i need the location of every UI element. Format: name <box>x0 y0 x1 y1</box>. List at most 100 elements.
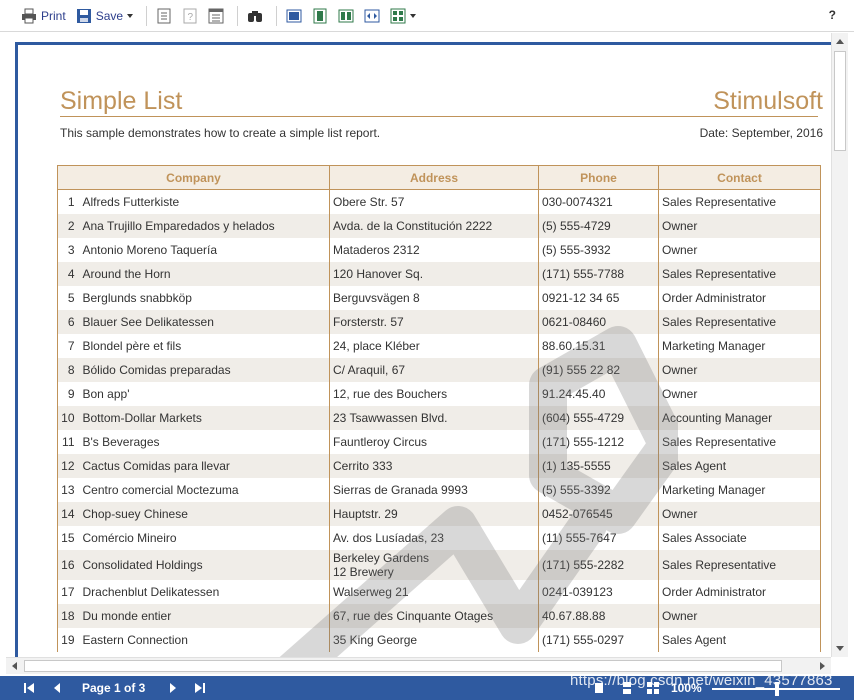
vertical-scroll-thumb[interactable] <box>834 51 846 151</box>
cell-phone: 40.67.88.88 <box>538 603 659 628</box>
cell-company: Blauer See Delikatessen <box>79 309 330 334</box>
bookmarks-button[interactable] <box>153 4 175 28</box>
cell-address: 23 Tsawwassen Blvd. <box>329 405 539 430</box>
row-number: 4 <box>57 261 80 286</box>
toolbar-divider <box>237 5 239 26</box>
table-row: 11 B's Beverages Fauntleroy Circus (171) 55… <box>57 429 821 454</box>
row-number: 15 <box>57 525 80 550</box>
cell-contact: Sales Representative <box>658 549 821 580</box>
cell-contact: Owner <box>658 213 821 238</box>
previous-page-icon <box>54 683 60 693</box>
cell-phone: (171) 555-7788 <box>538 261 659 286</box>
table-row: 15 Comércio Mineiro Av. dos Lusíadas, 23 (1… <box>57 525 821 550</box>
table-row: 5 Berglunds snabbköp Berguvsvägen 8 0921-12… <box>57 285 821 310</box>
cell-address: Berkeley Gardens 12 Brewery <box>329 549 539 580</box>
column-header-contact: Contact <box>658 165 821 190</box>
row-number: 19 <box>57 627 80 652</box>
document-list-icon <box>157 8 171 23</box>
cell-contact: Sales Representative <box>658 189 821 214</box>
table-row: 6 Blauer See Delikatessen Forsterstr. 57 06… <box>57 309 821 334</box>
row-number: 2 <box>57 213 80 238</box>
toolbar: Print Save ? ? <box>0 0 854 32</box>
cell-contact: Owner <box>658 381 821 406</box>
cell-phone: (5) 555-4729 <box>538 213 659 238</box>
report-subtitle: This sample demonstrates how to create a… <box>60 126 381 140</box>
cell-phone: 030-0074321 <box>538 189 659 214</box>
row-number: 11 <box>57 429 80 454</box>
row-number: 13 <box>57 477 80 502</box>
print-button[interactable]: Print <box>18 4 69 28</box>
last-page-button[interactable] <box>193 676 207 700</box>
cell-contact: Order Administrator <box>658 579 821 604</box>
next-page-button[interactable] <box>166 676 180 700</box>
scroll-up-icon[interactable] <box>832 34 848 50</box>
table-row: 9 Bon app' 12, rue des Bouchers 91.24.45.40… <box>57 381 821 406</box>
previous-page-button[interactable] <box>50 676 64 700</box>
multiple-pages-button[interactable] <box>335 4 357 28</box>
column-header-company: Company <box>57 165 330 190</box>
table-row: 3 Antonio Moreno Taquería Mataderos 2312 (5… <box>57 237 821 262</box>
first-page-button[interactable] <box>22 676 36 700</box>
floppy-disk-icon <box>76 8 91 23</box>
save-label: Save <box>95 8 124 23</box>
cell-address: 12, rue des Bouchers <box>329 381 539 406</box>
table-row: 12 Cactus Comidas para llevar Cerrito 333(… <box>57 453 821 478</box>
scroll-down-icon[interactable] <box>832 640 848 656</box>
table-row: 18 Du monde entier 67, rue des Cinquante O… <box>57 603 821 628</box>
last-page-icon <box>195 683 205 693</box>
cell-phone: (171) 555-0297 <box>538 627 659 652</box>
printer-icon <box>22 8 36 23</box>
next-page-icon <box>170 683 176 693</box>
vertical-scrollbar[interactable] <box>831 33 848 657</box>
report-page: Simple List Stimulsoft This sample demon… <box>15 42 835 657</box>
row-number: 18 <box>57 603 80 628</box>
cell-company: Chop-suey Chinese <box>79 501 330 526</box>
cell-company: Cactus Comidas para llevar <box>79 453 330 478</box>
cell-address: 24, place Kléber <box>329 333 539 358</box>
cell-contact: Sales Agent <box>658 627 821 652</box>
print-label: Print <box>41 8 66 23</box>
cell-company: B's Beverages <box>79 429 330 454</box>
cell-address: C/ Araquil, 67 <box>329 357 539 382</box>
thumbnails-button[interactable] <box>205 4 227 28</box>
row-number: 17 <box>57 579 80 604</box>
report-brand: Stimulsoft <box>713 87 823 115</box>
chevron-down-icon <box>410 13 417 18</box>
cell-contact: Owner <box>658 501 821 526</box>
table-row: 2 Ana Trujillo Emparedados y helados Avda.… <box>57 213 821 238</box>
single-page-button[interactable] <box>283 4 305 28</box>
table-row: 13 Centro comercial Moctezuma Sierras de G… <box>57 477 821 502</box>
address-line: Berkeley Gardens <box>333 550 430 565</box>
binoculars-icon <box>248 10 263 22</box>
report-table: Company Address Phone Contact 1 Alfreds F… <box>57 165 821 652</box>
table-row: 19 Eastern Connection 35 King George (171) … <box>57 627 821 652</box>
cell-contact: Owner <box>658 237 821 262</box>
horizontal-scroll-thumb[interactable] <box>24 660 782 672</box>
continuous-page-icon <box>313 8 327 23</box>
row-number: 5 <box>57 285 80 310</box>
cell-contact: Marketing Manager <box>658 333 821 358</box>
save-button[interactable]: Save <box>73 4 136 28</box>
cell-address: Av. dos Lusíadas, 23 <box>329 525 539 550</box>
view-mode-button[interactable] <box>387 4 419 28</box>
continuous-button[interactable] <box>309 4 331 28</box>
cell-phone: 88.60.15.31 <box>538 333 659 358</box>
table-row: 8 Bólido Comidas preparadas C/ Araquil, 67… <box>57 357 821 382</box>
parameters-button[interactable]: ? <box>179 4 201 28</box>
help-button[interactable]: ? <box>829 8 836 22</box>
row-number: 7 <box>57 333 80 358</box>
cell-phone: (604) 555-4729 <box>538 405 659 430</box>
page-indicator: Page 1 of 3 <box>82 681 146 695</box>
report-viewer: Simple List Stimulsoft This sample demon… <box>6 33 848 657</box>
scroll-left-icon[interactable] <box>7 658 23 674</box>
row-number: 10 <box>57 405 80 430</box>
table-row: 16 Consolidated Holdings Berkeley Gardens 1… <box>57 549 821 580</box>
cell-company: Du monde entier <box>79 603 330 628</box>
thumbnails-icon <box>208 8 224 23</box>
cell-address: Mataderos 2312 <box>329 237 539 262</box>
svg-text:?: ? <box>188 12 194 23</box>
find-button[interactable] <box>244 4 266 28</box>
cell-company: Around the Horn <box>79 261 330 286</box>
row-number: 12 <box>57 453 80 478</box>
page-width-button[interactable] <box>361 4 383 28</box>
